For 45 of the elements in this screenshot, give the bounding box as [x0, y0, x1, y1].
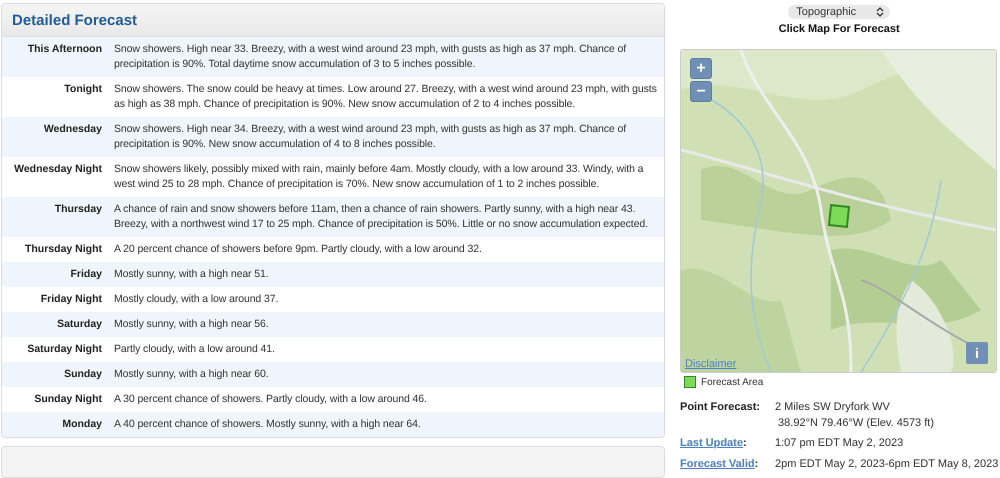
detail-value: 2 Miles SW Dryfork WV — [775, 400, 891, 415]
period-name: This Afternoon — [26, 42, 102, 57]
period-name: Friday — [69, 267, 102, 282]
layer-select[interactable]: Topographic — [788, 5, 890, 19]
colon: : — [754, 458, 758, 470]
period-name: Monday — [61, 417, 102, 432]
disclaimer-link[interactable]: Disclaimer — [685, 358, 736, 370]
period-forecast: A 30 percent chance of showers. Partly cloudy, with a low around 46. — [114, 392, 427, 407]
period-forecast: Snow showers. The snow could be heavy at times. Low around 27. Breezy, with a west wind around 23 mph, with gusts as high as 38 mph. Chance of precipitation is 90%. New snow accumulation of 2 to 4 inches possible. — [114, 82, 658, 112]
forecast-area-swatch — [684, 376, 696, 388]
period-forecast: Mostly cloudy, with a low around 37. — [114, 292, 278, 307]
period-forecast: Snow showers likely, possibly mixed with rain, mainly before 4am. Mostly cloudy, with a low around 33. Windy, with a west wind 25 to 28 mph. Chance of precipitation is 70%. New snow accumulation of 1 to 2 inches possible. — [114, 162, 644, 192]
colon: : — [742, 437, 747, 449]
period-forecast: A 40 percent chance of showers. Mostly sunny, with a high near 64. — [114, 417, 421, 432]
period-forecast: A chance of rain and snow showers before 11am, then a chance of rain showers. Partly sunny, with a high near 43. Breezy, with a northwest wind 17 to 25 mph. Chance of precipitation is 50%. Little or no snow accumulation expected. — [114, 202, 649, 232]
zoom-in-button[interactable]: + — [690, 58, 712, 79]
period-name: Wednesday — [42, 122, 102, 137]
detail-value: 38.92°N 79.46°W (Elev. 4573 ft) — [777, 416, 934, 430]
panel-title: Detailed Forecast — [12, 12, 138, 28]
period-name: Thursday — [54, 202, 102, 217]
period-name: Thursday Night — [24, 242, 102, 257]
legend-label: Forecast Area — [701, 376, 764, 388]
period-forecast: A 20 percent chance of showers before 9pm. Partly cloudy, with a low around 32. — [114, 242, 482, 257]
map-prompt: Click Map For Forecast — [778, 23, 901, 35]
detail-value: 2pm EDT May 2, 2023-6pm EDT May 8, 2023 — [775, 456, 998, 472]
period-forecast: Snow showers. High near 33. Breezy, with a west wind around 23 mph, with gusts as high as 37 mph. Chance of precipitation is 90%. Total daytime snow accumulation of 3 to 5 inches possible. — [114, 42, 628, 72]
zoom-out-button[interactable]: − — [690, 81, 712, 102]
period-name: Tonight — [63, 82, 102, 97]
period-name: Saturday Night — [26, 342, 102, 357]
detail-link[interactable]: Last Update — [680, 437, 743, 449]
period-name: Saturday — [56, 317, 102, 332]
period-forecast: Snow showers. High near 34. Breezy, with a west wind around 23 mph, with gusts as high as 37 mph. Chance of precipitation is 90%. New snow accumulation of 4 to 8 inches possible. — [114, 122, 628, 152]
period-forecast: Mostly sunny, with a high near 60. — [114, 367, 269, 382]
period-forecast: Mostly sunny, with a high near 51. — [114, 267, 269, 282]
period-name: Friday Night — [40, 292, 102, 307]
period-name: Sunday — [63, 367, 102, 382]
period-name: Sunday Night — [33, 392, 102, 407]
detail-value: 1:07 pm EDT May 2, 2023 — [775, 436, 904, 451]
detail-link[interactable]: Forecast Valid — [680, 458, 755, 470]
chevron-icon — [876, 7, 884, 17]
period-name: Wednesday Night — [13, 162, 102, 177]
period-forecast: Partly cloudy, with a low around 41. — [114, 342, 275, 357]
info-button[interactable]: i — [966, 342, 988, 364]
detail-label: Point Forecast: — [680, 401, 760, 413]
period-forecast: Mostly sunny, with a high near 56. — [114, 317, 269, 332]
